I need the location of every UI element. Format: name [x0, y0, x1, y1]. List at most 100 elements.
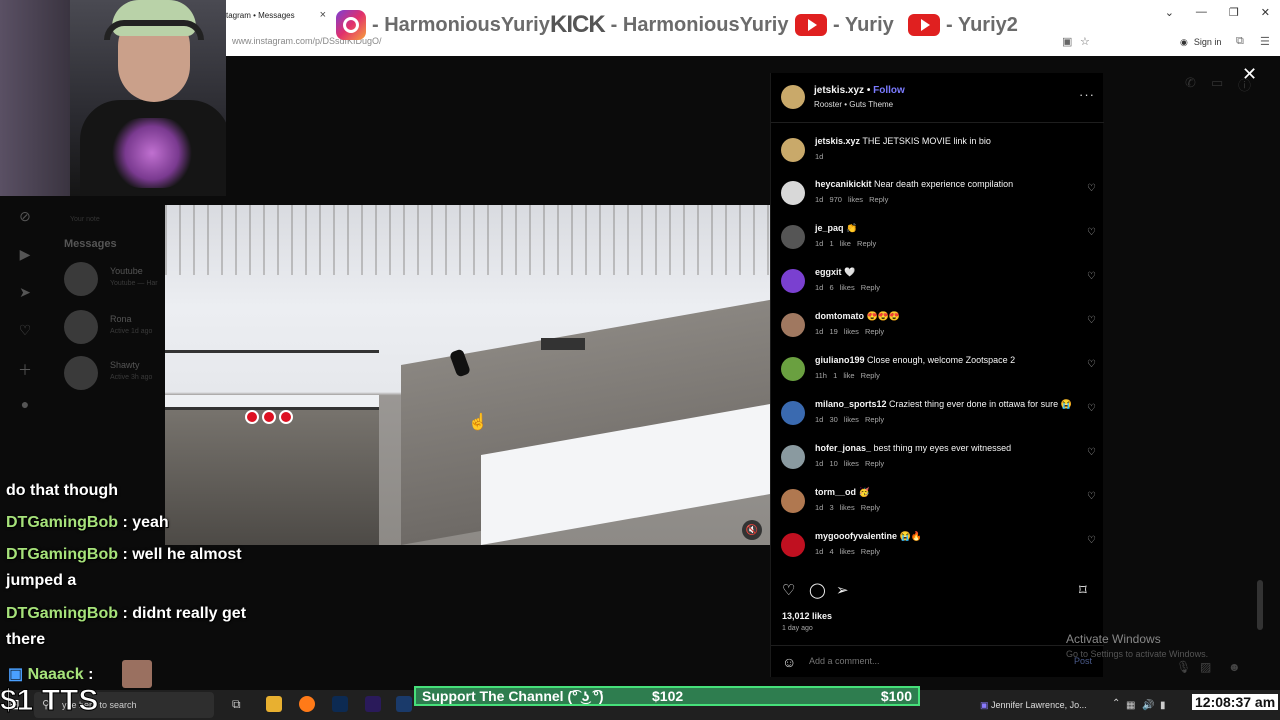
comment-likes[interactable]: 970 likes: [829, 195, 863, 204]
comment-likes[interactable]: 10 likes: [829, 459, 858, 468]
mute-icon[interactable]: 🔇: [742, 520, 762, 540]
browser-tab[interactable]: tagram • Messages ×: [226, 5, 326, 25]
comment-likes[interactable]: 3 likes: [829, 503, 854, 512]
avatar[interactable]: [781, 357, 805, 381]
comment-username[interactable]: eggxit: [815, 267, 842, 277]
comment-reply-button[interactable]: Reply: [865, 327, 884, 336]
comment-like-heart-icon[interactable]: ♡: [1087, 271, 1096, 282]
premiere-icon[interactable]: [365, 696, 381, 712]
avatar[interactable]: [781, 313, 805, 337]
comment-like-heart-icon[interactable]: ♡: [1087, 403, 1096, 414]
comment-username[interactable]: je_paq: [815, 223, 844, 233]
comment-reply-button[interactable]: Reply: [861, 283, 880, 292]
comment-like-heart-icon[interactable]: ♡: [1087, 491, 1096, 502]
file-explorer-icon[interactable]: [266, 696, 282, 712]
like-heart-icon[interactable]: ♡: [782, 581, 795, 599]
comment-username[interactable]: heycanikickit: [815, 179, 872, 189]
close-window-icon[interactable]: ✕: [1261, 6, 1270, 19]
comment-username[interactable]: hofer_jonas_: [815, 443, 871, 453]
comment-reply-button[interactable]: Reply: [869, 195, 888, 204]
share-icon[interactable]: ➢: [836, 581, 849, 599]
notifications-heart-icon[interactable]: ♡: [16, 322, 34, 340]
post-username[interactable]: jetskis.xyz: [814, 85, 864, 96]
comment-like-heart-icon[interactable]: ♡: [1087, 227, 1096, 238]
comment-like-heart-icon[interactable]: ♡: [1087, 315, 1096, 326]
comment-like-heart-icon[interactable]: ♡: [1087, 535, 1096, 546]
more-options-icon[interactable]: ···: [1079, 87, 1095, 102]
tray-chevron-icon[interactable]: ⌃: [1112, 698, 1120, 709]
tab-close-icon[interactable]: ×: [320, 9, 326, 21]
avatar[interactable]: [781, 445, 805, 469]
create-icon[interactable]: ＋: [16, 360, 34, 378]
firefox-icon[interactable]: [299, 696, 315, 712]
avatar[interactable]: [781, 225, 805, 249]
comment-likes[interactable]: 1 like: [833, 371, 855, 380]
comment-icon[interactable]: ◯: [809, 581, 826, 599]
comment-likes[interactable]: 4 likes: [829, 547, 854, 556]
comment-reply-button[interactable]: Reply: [857, 239, 876, 248]
post-video[interactable]: [165, 205, 770, 545]
volume-icon[interactable]: 🔊: [1142, 700, 1154, 711]
comment-reply-button[interactable]: Reply: [861, 371, 880, 380]
avatar[interactable]: [781, 138, 805, 162]
emoji-icon[interactable]: ☺: [782, 654, 796, 670]
comment-username[interactable]: domtomato: [815, 311, 864, 321]
likes-count[interactable]: 13,012 likes: [782, 611, 832, 621]
video-call-icon[interactable]: ▭: [1211, 75, 1223, 91]
conversation-item[interactable]: Shawty Active 3h ago: [64, 356, 174, 390]
comment-like-heart-icon[interactable]: ♡: [1087, 183, 1096, 194]
avatar[interactable]: [781, 533, 805, 557]
taskbar-clock[interactable]: 12:08:37 am: [1192, 694, 1279, 710]
follow-button[interactable]: Follow: [873, 85, 905, 96]
media-title[interactable]: ▣ Jennifer Lawrence, Jo...: [980, 700, 1087, 711]
comment-likes[interactable]: 19 likes: [829, 327, 858, 336]
chevron-down-icon[interactable]: ⌄: [1165, 6, 1174, 19]
add-comment-input[interactable]: [809, 656, 1049, 666]
comment-username[interactable]: giuliano199: [815, 355, 865, 365]
comment-reply-button[interactable]: Reply: [861, 503, 880, 512]
scrollbar[interactable]: [1257, 580, 1263, 630]
conversation-item[interactable]: Rona Active 1d ago: [64, 310, 174, 344]
info-icon[interactable]: ⓘ: [1238, 75, 1251, 94]
reels-icon[interactable]: ▶: [16, 246, 34, 264]
messages-icon[interactable]: ➤: [16, 284, 34, 302]
comment-like-heart-icon[interactable]: ♡: [1087, 447, 1096, 458]
network-icon[interactable]: ▦: [1126, 700, 1135, 711]
your-note-label[interactable]: Your note: [70, 216, 100, 223]
comment-like-heart-icon[interactable]: ♡: [1087, 359, 1096, 370]
bookmark-star-icon[interactable]: ☆: [1080, 35, 1090, 48]
steam-icon[interactable]: [396, 696, 412, 712]
comment-likes[interactable]: 6 likes: [829, 283, 854, 292]
photoshop-icon[interactable]: [332, 696, 348, 712]
comment-username[interactable]: milano_sports12: [815, 399, 887, 409]
comment-likes[interactable]: 30 likes: [829, 415, 858, 424]
comment-username[interactable]: torm__od: [815, 487, 856, 497]
avatar[interactable]: [781, 181, 805, 205]
comment-likes[interactable]: 1 like: [829, 239, 851, 248]
sticker-icon[interactable]: ☻: [1228, 660, 1241, 674]
avatar[interactable]: [781, 401, 805, 425]
comment-reply-button[interactable]: Reply: [865, 459, 884, 468]
comment-reply-button[interactable]: Reply: [861, 547, 880, 556]
extensions-icon[interactable]: ⧉: [1236, 35, 1244, 48]
save-bookmark-icon[interactable]: ⌑: [1079, 581, 1087, 599]
explore-icon[interactable]: ⊘: [16, 208, 34, 226]
avatar[interactable]: [781, 269, 805, 293]
comment-username[interactable]: mygooofyvalentine: [815, 531, 897, 541]
comment-username[interactable]: jetskis.xyz: [815, 136, 860, 146]
phone-icon[interactable]: ✆: [1185, 75, 1196, 91]
battery-icon[interactable]: ▮: [1160, 700, 1166, 711]
conversation-item[interactable]: Youtube Youtube — Har: [64, 262, 174, 296]
avatar[interactable]: [781, 85, 805, 109]
image-icon[interactable]: ▨: [1200, 660, 1211, 674]
task-view-icon[interactable]: ⧉: [232, 697, 241, 712]
microphone-icon[interactable]: 🎙: [1176, 660, 1191, 674]
profile-icon[interactable]: ●: [16, 396, 34, 414]
comment-reply-button[interactable]: Reply: [865, 415, 884, 424]
avatar[interactable]: [781, 489, 805, 513]
minimize-icon[interactable]: —: [1196, 6, 1207, 19]
post-music[interactable]: Rooster • Guts Theme: [814, 100, 893, 109]
reader-icon[interactable]: ▣: [1062, 35, 1072, 48]
menu-icon[interactable]: ☰: [1260, 35, 1270, 48]
restore-icon[interactable]: ❐: [1229, 6, 1239, 19]
